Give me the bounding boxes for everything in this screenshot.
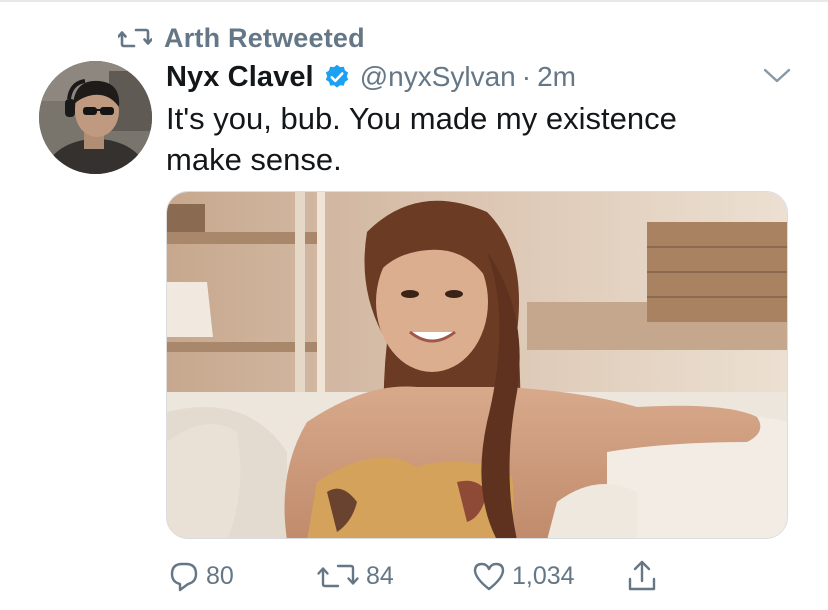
reply-icon [170,562,198,592]
share-button[interactable] [626,558,658,594]
retweet-button[interactable]: 84 [316,558,394,594]
timestamp[interactable]: 2m [537,61,576,93]
avatar[interactable] [39,61,152,174]
reply-count: 80 [206,561,234,590]
separator-dot: · [521,61,532,92]
reply-button[interactable]: 80 [168,558,234,594]
share-icon [628,560,656,591]
tweet-media-image[interactable] [166,191,788,539]
retweet-label[interactable]: Arth Retweeted [164,23,365,54]
tweet-text: It's you, bub. You made my existence mak… [166,101,677,177]
like-count: 1,034 [512,561,575,590]
heart-icon [473,562,505,591]
retweet-context[interactable]: Arth Retweeted [118,22,365,54]
tweet-header: Nyx Clavel @nyxSylvan · 2m [166,58,576,96]
display-name[interactable]: Nyx Clavel [166,61,314,94]
retweet-count: 84 [366,561,394,590]
handle[interactable]: @nyxSylvan [360,61,516,93]
retweet-icon [317,564,359,588]
chevron-down-icon[interactable] [762,66,792,86]
like-button[interactable]: 1,034 [472,558,575,594]
verified-badge-icon [325,64,348,88]
top-divider [0,0,828,2]
retweet-icon [118,28,152,48]
